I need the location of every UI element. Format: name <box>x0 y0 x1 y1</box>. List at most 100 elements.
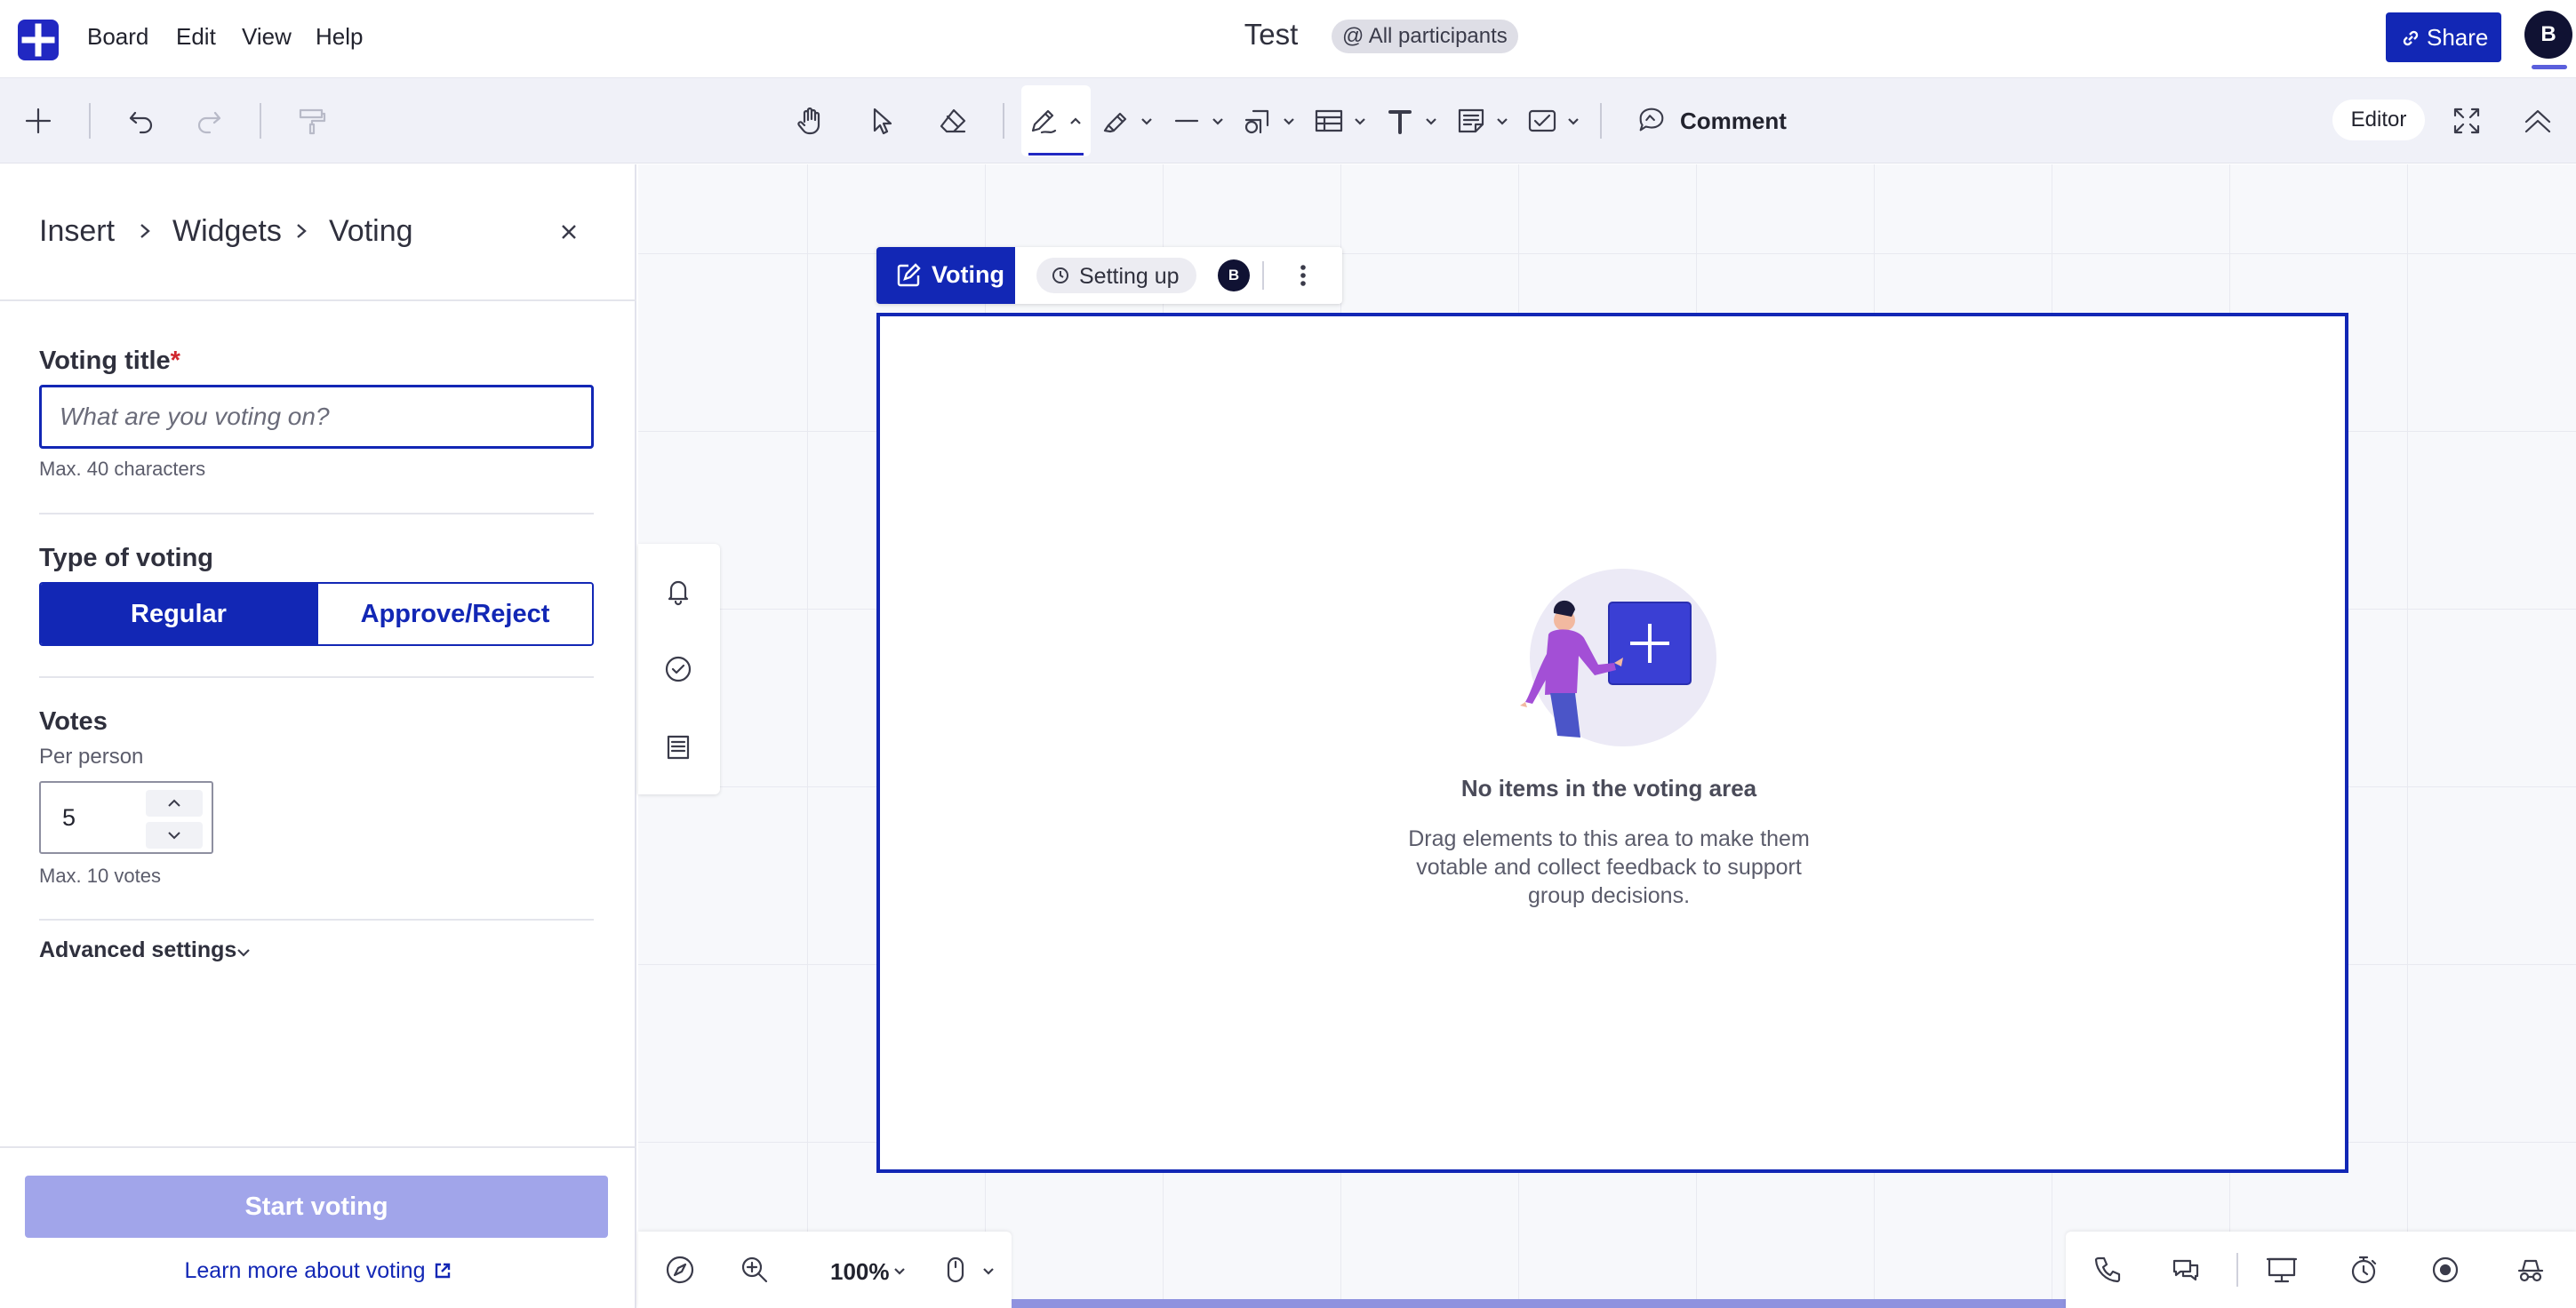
owner-avatar[interactable]: B <box>1218 259 1250 291</box>
more-options-icon[interactable] <box>1287 259 1319 291</box>
regular-option[interactable]: Regular <box>41 584 316 644</box>
redo-icon[interactable] <box>192 104 226 138</box>
panel-footer-divider <box>0 1146 636 1148</box>
comment-icon <box>1639 108 1664 132</box>
votes-stepper[interactable]: 5 <box>39 781 213 854</box>
chevron-down-icon[interactable] <box>1353 116 1367 126</box>
voting-side-toolbar <box>638 544 720 794</box>
comment-label: Comment <box>1680 108 1787 134</box>
list-icon[interactable] <box>661 730 695 764</box>
clock-icon <box>1052 267 1068 283</box>
chevron-down-icon[interactable] <box>892 1265 907 1276</box>
timer-icon[interactable] <box>2347 1253 2380 1287</box>
decrement-chevron-down-icon[interactable] <box>146 822 203 849</box>
votes-hint: Max. 10 votes <box>39 865 161 887</box>
participants-badge[interactable]: @ All participants <box>1332 20 1518 53</box>
chevron-up-icon[interactable] <box>1068 116 1083 126</box>
title-hint: Max. 40 characters <box>39 458 206 480</box>
chevron-right-icon <box>293 221 309 241</box>
hand-icon[interactable] <box>794 104 828 138</box>
advanced-settings-toggle[interactable]: Advanced settings <box>39 937 236 963</box>
select-icon[interactable] <box>865 104 899 138</box>
format-painter-icon[interactable] <box>295 104 329 138</box>
add-icon[interactable] <box>21 104 55 138</box>
incognito-icon[interactable] <box>2514 1253 2548 1287</box>
empty-state-illustration <box>1499 560 1730 755</box>
compass-icon[interactable] <box>663 1253 697 1287</box>
line-icon[interactable] <box>1170 104 1204 138</box>
empty-state-title: No items in the voting area <box>1460 775 1757 802</box>
close-icon[interactable] <box>558 221 580 243</box>
section-divider <box>39 919 594 921</box>
toolbar-divider <box>89 103 91 139</box>
chevron-down-icon[interactable] <box>1495 116 1509 126</box>
shapes-icon[interactable] <box>1241 104 1275 138</box>
mouse-icon[interactable] <box>939 1253 972 1287</box>
chevron-down-icon[interactable] <box>1424 116 1438 126</box>
chevron-down-icon[interactable] <box>1211 116 1225 126</box>
chevron-right-icon <box>137 221 153 241</box>
text-icon[interactable] <box>1383 104 1417 138</box>
eraser-icon[interactable] <box>936 104 970 138</box>
pen-active-indicator <box>1028 153 1084 156</box>
role-badge[interactable]: Editor <box>2332 100 2425 140</box>
breadcrumb-insert[interactable]: Insert <box>39 214 115 249</box>
bell-icon[interactable] <box>661 574 695 608</box>
voting-settings-panel: Insert Widgets Voting Voting title* Max.… <box>0 164 636 1308</box>
board-title[interactable]: Test <box>1236 18 1307 52</box>
record-icon[interactable] <box>2428 1253 2462 1287</box>
status-badge[interactable]: Setting up <box>1036 258 1196 293</box>
share-label: Share <box>2427 24 2489 51</box>
start-voting-button[interactable]: Start voting <box>25 1176 608 1238</box>
voting-type-toggle: Regular Approve/Reject <box>39 582 594 646</box>
top-bar: Board Edit View Help Test @ All particip… <box>0 0 2576 78</box>
breadcrumb-widgets[interactable]: Widgets <box>172 214 282 249</box>
sticky-note-icon[interactable] <box>1454 104 1488 138</box>
presentation-icon[interactable] <box>2265 1253 2299 1287</box>
menu-view[interactable]: View <box>242 23 292 51</box>
zoom-level[interactable]: 100% <box>830 1258 890 1286</box>
toolbar-divider <box>1600 103 1602 139</box>
table-icon[interactable] <box>1312 104 1346 138</box>
app-logo-icon[interactable] <box>18 20 59 60</box>
chevron-down-icon[interactable] <box>1140 116 1154 126</box>
chevron-down-icon[interactable] <box>235 946 252 959</box>
voting-widget-icon <box>897 263 921 287</box>
pen-icon[interactable] <box>1026 104 1060 138</box>
chevron-down-icon[interactable] <box>1566 116 1580 126</box>
link-icon <box>2403 30 2419 46</box>
votes-label: Votes <box>39 707 108 736</box>
menu-board[interactable]: Board <box>87 23 148 51</box>
panel-divider <box>0 299 636 301</box>
fullscreen-icon[interactable] <box>2450 104 2484 138</box>
voting-title-label: Voting title* <box>39 347 180 375</box>
increment-chevron-up-icon[interactable] <box>146 790 203 817</box>
chevron-down-icon[interactable] <box>1282 116 1296 126</box>
share-button[interactable]: Share <box>2386 12 2501 62</box>
voting-tag[interactable]: Voting <box>876 247 1015 304</box>
highlighter-icon[interactable] <box>1099 104 1132 138</box>
main-toolbar: Comment Editor <box>0 78 2576 164</box>
learn-more-link[interactable]: Learn more about voting <box>0 1257 636 1284</box>
undo-icon[interactable] <box>124 104 158 138</box>
chevron-down-icon[interactable] <box>981 1265 996 1276</box>
user-avatar[interactable]: B <box>2524 11 2572 59</box>
voting-title-input[interactable] <box>39 385 594 449</box>
collaboration-toolbar <box>2066 1232 2576 1308</box>
status-label: Setting up <box>1079 264 1180 289</box>
check-circle-icon[interactable] <box>661 652 695 686</box>
external-link-icon <box>435 1264 450 1279</box>
type-of-voting-label: Type of voting <box>39 544 214 572</box>
widget-icon[interactable] <box>1525 104 1559 138</box>
zoom-in-icon[interactable] <box>738 1253 772 1287</box>
menu-edit[interactable]: Edit <box>176 23 216 51</box>
learn-more-label: Learn more about voting <box>184 1257 426 1283</box>
chat-icon[interactable] <box>2169 1253 2203 1287</box>
phone-icon[interactable] <box>2091 1253 2124 1287</box>
avatar-indicator <box>2532 65 2567 69</box>
votes-value[interactable]: 5 <box>62 804 76 832</box>
progress-strip <box>1012 1299 2066 1308</box>
approve-reject-option[interactable]: Approve/Reject <box>316 584 592 644</box>
collapse-toolbar-icon[interactable] <box>2521 104 2555 138</box>
menu-help[interactable]: Help <box>316 23 363 51</box>
